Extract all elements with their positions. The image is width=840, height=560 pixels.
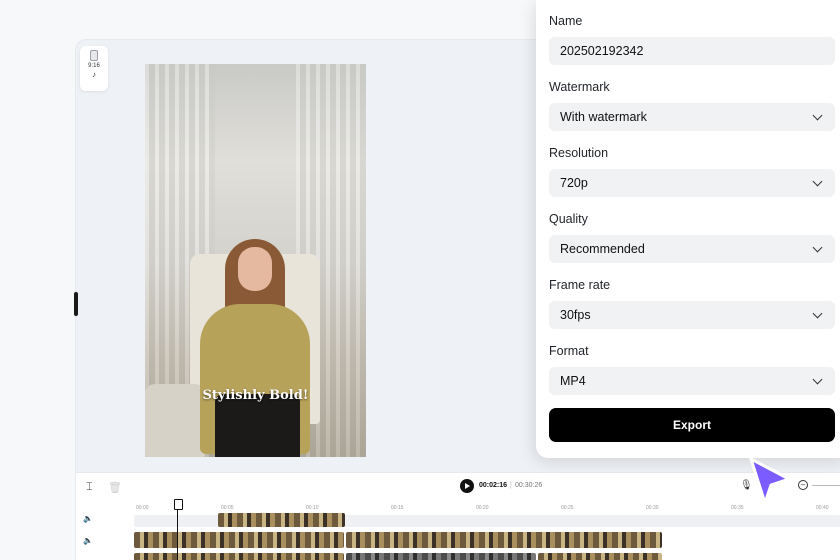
aspect-ratio-label: 9:16	[88, 63, 100, 69]
ruler-tick: 00:30	[646, 505, 659, 511]
timeline: ⌶ 🗑 00:02:16 | 00:30:26 🎙 – 00:00 00:05 …	[76, 472, 840, 560]
ruler-tick: 00:20	[476, 505, 489, 511]
current-time: 00:02:16	[479, 482, 508, 489]
video-caption[interactable]: Stylishly Bold!	[145, 388, 366, 403]
format-value: MP4	[560, 374, 586, 388]
export-button[interactable]: Export	[549, 408, 835, 442]
video-clip[interactable]	[134, 532, 344, 548]
watermark-select[interactable]: With watermark	[549, 103, 835, 131]
zoom-out-icon[interactable]: –	[798, 480, 808, 490]
export-panel: Name 202502192342 Watermark With waterma…	[536, 0, 840, 458]
watermark-label: Watermark	[549, 80, 610, 94]
quality-label: Quality	[549, 212, 588, 226]
name-label: Name	[549, 14, 583, 28]
resolution-label: Resolution	[549, 146, 609, 160]
aspect-ratio-card[interactable]: 9:16 ♪	[80, 46, 108, 91]
quality-select[interactable]: Recommended	[549, 235, 835, 263]
ruler-tick: 00:10	[306, 505, 319, 511]
zoom-slider[interactable]	[812, 485, 840, 486]
ruler-tick: 00:00	[136, 505, 149, 511]
ruler-tick: 00:05	[221, 505, 234, 511]
tiktok-icon: ♪	[92, 70, 96, 79]
video-preview[interactable]: Stylishly Bold!	[145, 64, 366, 457]
ruler-tick: 00:25	[561, 505, 574, 511]
chevron-down-icon	[812, 242, 823, 253]
trash-icon[interactable]: 🗑	[108, 481, 122, 494]
quality-value: Recommended	[560, 242, 645, 256]
framerate-label: Frame rate	[549, 278, 611, 292]
format-select[interactable]: MP4	[549, 367, 835, 395]
watermark-value: With watermark	[560, 110, 647, 124]
chevron-down-icon	[812, 374, 823, 385]
video-clip[interactable]	[346, 532, 662, 548]
pointer-cursor-icon	[749, 457, 791, 505]
framerate-value: 30fps	[560, 308, 591, 322]
chevron-down-icon	[812, 176, 823, 187]
chevron-down-icon	[812, 308, 823, 319]
ruler-tick: 00:35	[731, 505, 744, 511]
split-icon[interactable]: ⌶	[86, 481, 93, 494]
audio-clip[interactable]	[218, 513, 345, 527]
resolution-select[interactable]: 720p	[549, 169, 835, 197]
framerate-select[interactable]: 30fps	[549, 301, 835, 329]
playhead[interactable]	[174, 499, 183, 560]
ruler-tick: 00:15	[391, 505, 404, 511]
speaker-icon[interactable]: 🔈	[83, 536, 93, 545]
speaker-icon[interactable]: 🔈	[83, 514, 93, 523]
video-clip[interactable]	[538, 553, 662, 560]
resolution-value: 720p	[560, 176, 588, 190]
play-button[interactable]	[460, 479, 474, 493]
video-clip[interactable]	[134, 553, 344, 560]
ruler-tick: 00:40	[816, 505, 829, 511]
phone-portrait-icon	[90, 50, 98, 61]
time-separator: |	[510, 482, 512, 489]
format-label: Format	[549, 344, 589, 358]
video-clip[interactable]	[346, 553, 536, 560]
name-value: 202502192342	[560, 44, 644, 58]
chevron-down-icon	[812, 110, 823, 121]
name-field[interactable]: 202502192342	[549, 37, 835, 65]
panel-collapse-handle[interactable]	[74, 292, 78, 316]
total-time: 00:30:26	[515, 482, 543, 489]
